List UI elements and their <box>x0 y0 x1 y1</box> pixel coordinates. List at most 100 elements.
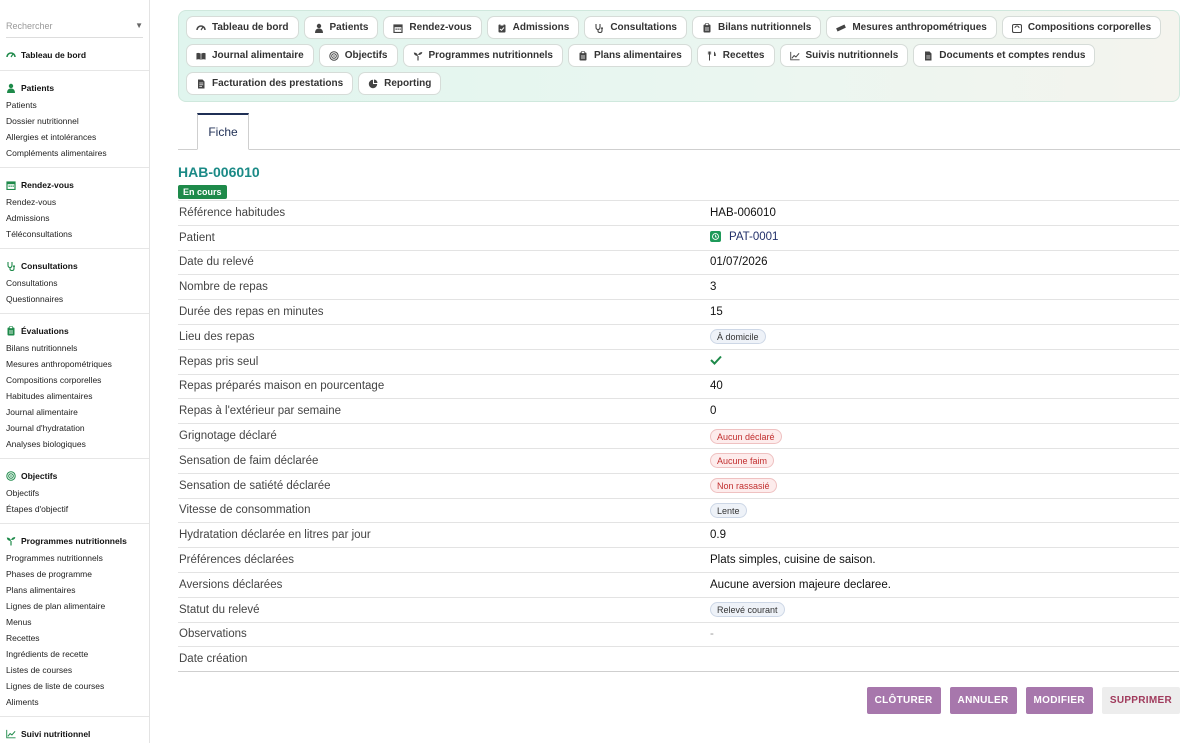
sidebar-item[interactable]: Consultations <box>0 275 149 291</box>
sidebar-item[interactable]: Compositions corporelles <box>0 372 149 388</box>
sidebar-item[interactable]: Aliments <box>0 694 149 710</box>
person-icon <box>314 23 324 33</box>
module-nav-button[interactable]: Patients <box>303 16 379 39</box>
target-icon <box>329 50 339 61</box>
sidebar-group-label: Rendez-vous <box>21 180 74 190</box>
sidebar-group-header[interactable]: Rendez-vous <box>0 176 149 194</box>
invoice-icon <box>196 79 206 89</box>
module-nav-button[interactable]: Reporting <box>358 72 442 95</box>
module-nav-button[interactable]: Objectifs <box>318 44 398 67</box>
field-row: Statut du relevé Relevé courant <box>178 596 1179 623</box>
main-content: Tableau de bord Patients Rendez-vous Admiss… <box>178 0 1180 673</box>
module-nav-button[interactable]: Admissions <box>486 16 580 39</box>
field-value-cell: HAB-006010 <box>710 200 1179 226</box>
field-value: 3 <box>710 281 717 294</box>
sidebar-item[interactable]: Ingrédients de recette <box>0 646 149 662</box>
field-value-cell: 15 <box>710 299 1179 325</box>
sidebar-item[interactable]: Lignes de liste de courses <box>0 678 149 694</box>
module-nav-label: Plans alimentaires <box>593 50 682 61</box>
field-row: Date du relevé 01/07/2026 <box>178 249 1179 275</box>
module-nav-button[interactable]: Recettes <box>696 44 775 67</box>
module-nav-label: Journal alimentaire <box>212 50 304 61</box>
sidebar-item[interactable]: Bilans nutritionnels <box>0 340 149 356</box>
field-label: Grignotage déclaré <box>178 423 710 449</box>
clipboard-icon <box>702 22 712 33</box>
clipboard-check-icon <box>497 23 507 33</box>
clipboard-icon <box>6 326 16 336</box>
sidebar-item-dashboard[interactable]: Tableau de bord <box>0 46 149 64</box>
sidebar-group-header[interactable]: Évaluations <box>0 322 149 340</box>
module-nav-button[interactable]: Tableau de bord <box>186 16 299 39</box>
module-nav-label: Objectifs <box>344 50 388 61</box>
gauge-icon <box>196 23 206 33</box>
sidebar-item[interactable]: Rendez-vous <box>0 194 149 210</box>
sidebar-item[interactable]: Mesures anthropométriques <box>0 356 149 372</box>
module-nav-button[interactable]: Compositions corporelles <box>1001 16 1162 39</box>
sidebar-item[interactable]: Menus <box>0 614 149 630</box>
module-nav-button[interactable]: Bilans nutritionnels <box>692 16 822 39</box>
sidebar-item[interactable]: Questionnaires <box>0 291 149 307</box>
sidebar-item[interactable]: Habitudes alimentaires <box>0 388 149 404</box>
module-nav-button[interactable]: Rendez-vous <box>383 16 482 39</box>
tab-fiche[interactable]: Fiche <box>197 113 249 150</box>
sidebar-item[interactable]: Lignes de plan alimentaire <box>0 598 149 614</box>
module-nav-button[interactable]: Consultations <box>584 16 687 39</box>
field-label: Lieu des repas <box>178 323 710 350</box>
field-label: Sensation de faim déclarée <box>178 447 710 474</box>
sidebar-group-header[interactable]: Consultations <box>0 257 149 275</box>
sidebar-item[interactable]: Étapes d'objectif <box>0 501 149 517</box>
sidebar-group-header[interactable]: Patients <box>0 79 149 97</box>
field-row: Préférences déclarées Plats simples, cuis… <box>178 547 1179 573</box>
field-value: 0 <box>710 405 717 418</box>
supprimer-button[interactable]: SUPPRIMER <box>1101 687 1180 714</box>
calendar-icon <box>393 23 404 33</box>
sidebar-item[interactable]: Plans alimentaires <box>0 582 149 598</box>
sidebar-group: Évaluations Bilans nutritionnels Mesures a… <box>0 314 149 459</box>
sidebar-item[interactable]: Objectifs <box>0 485 149 501</box>
sidebar-item[interactable]: Recettes <box>0 630 149 646</box>
module-nav-button[interactable]: Programmes nutritionnels <box>402 44 563 67</box>
field-value-cell: Non rassasié <box>710 472 1179 499</box>
field-label: Référence habitudes <box>178 200 710 226</box>
module-nav-row: Journal alimentaire Objectifs Programmes n… <box>186 44 1173 67</box>
module-nav-button[interactable]: Facturation des prestations <box>186 72 354 95</box>
field-label: Vitesse de consommation <box>178 497 710 523</box>
module-nav-button[interactable]: Documents et comptes rendus <box>913 44 1096 67</box>
sidebar-group-header[interactable]: Programmes nutritionnels <box>0 532 149 550</box>
empty-value: - <box>710 628 714 641</box>
sidebar-item[interactable]: Journal d'hydratation <box>0 420 149 436</box>
field-label: Date création <box>178 646 710 673</box>
field-row: Aversions déclarées Aucune aversion majeu… <box>178 571 1179 598</box>
modifier-button[interactable]: MODIFIER <box>1025 687 1093 714</box>
module-nav-label: Bilans nutritionnels <box>718 22 812 33</box>
sidebar-item[interactable]: Téléconsultations <box>0 226 149 242</box>
sidebar-item[interactable]: Listes de courses <box>0 662 149 678</box>
sidebar-item[interactable]: Admissions <box>0 210 149 226</box>
module-nav-button[interactable]: Mesures anthropométriques <box>826 16 997 39</box>
module-nav-button[interactable]: Plans alimentaires <box>567 44 692 67</box>
module-nav-panel: Tableau de bord Patients Rendez-vous Admiss… <box>178 10 1180 102</box>
patient-link-label: PAT-0001 <box>729 230 779 243</box>
sidebar-item[interactable]: Patients <box>0 97 149 113</box>
sidebar-item[interactable]: Programmes nutritionnels <box>0 550 149 566</box>
module-nav-button[interactable]: Journal alimentaire <box>186 44 314 67</box>
sidebar-group-header[interactable]: Suivi nutritionnel <box>0 725 149 743</box>
value-badge: Non rassasié <box>710 478 777 494</box>
module-nav-label: Rendez-vous <box>409 22 472 33</box>
field-value-cell: 0.9 <box>710 522 1179 548</box>
cloturer-button[interactable]: CLÔTURER <box>866 687 941 714</box>
sidebar-item[interactable]: Dossier nutritionnel <box>0 113 149 129</box>
sidebar-item[interactable]: Analyses biologiques <box>0 436 149 452</box>
module-nav-button[interactable]: Suivis nutritionnels <box>779 44 909 67</box>
sidebar-item[interactable]: Phases de programme <box>0 566 149 582</box>
patient-link[interactable]: PAT-0001 <box>710 231 778 243</box>
annuler-button[interactable]: ANNULER <box>949 687 1017 714</box>
sidebar-group-header[interactable]: Objectifs <box>0 467 149 485</box>
field-value: 15 <box>710 306 723 319</box>
field-row: Date création <box>178 646 1179 673</box>
field-value: HAB-006010 <box>710 206 776 219</box>
sidebar-item[interactable]: Compléments alimentaires <box>0 145 149 161</box>
sidebar-item[interactable]: Journal alimentaire <box>0 404 149 420</box>
search-select[interactable]: Rechercher ▼ <box>6 14 143 38</box>
sidebar-item[interactable]: Allergies et intolérances <box>0 129 149 145</box>
